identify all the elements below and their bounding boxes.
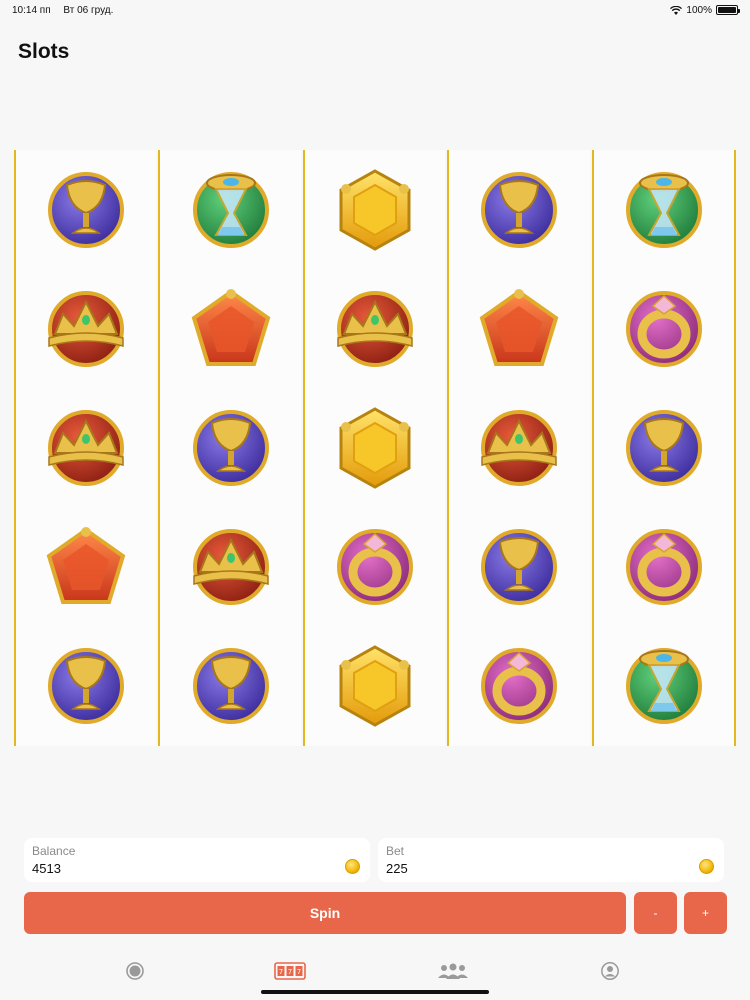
bet-field[interactable]: Bet 225 <box>378 838 724 882</box>
hexagon-symbol <box>330 641 420 731</box>
reel <box>16 150 157 746</box>
chalice-symbol <box>186 641 276 731</box>
crown-symbol <box>186 522 276 612</box>
tab-profile[interactable] <box>590 958 630 984</box>
chalice-symbol <box>474 165 564 255</box>
ring-symbol <box>330 522 420 612</box>
crown-symbol <box>41 284 131 374</box>
pentagon-symbol <box>41 522 131 612</box>
decrease-bet-button[interactable]: - <box>634 892 677 934</box>
group-icon <box>438 963 468 979</box>
tab-slots[interactable]: 7 7 7 <box>270 958 310 984</box>
hourglass-symbol <box>619 641 709 731</box>
ring-symbol <box>619 522 709 612</box>
tab-community[interactable] <box>433 958 473 984</box>
home-indicator <box>261 990 489 994</box>
hexagon-symbol <box>330 403 420 493</box>
reel <box>304 150 446 746</box>
tab-home[interactable] <box>115 958 155 984</box>
status-time: 10:14 пп <box>12 4 51 16</box>
ring-symbol <box>619 284 709 374</box>
page-title: Slots <box>18 40 70 63</box>
status-bar: 10:14 пп Вт 06 груд. 100% <box>0 0 750 20</box>
chalice-symbol <box>474 522 564 612</box>
balance-label: Balance <box>32 844 76 858</box>
reel <box>593 150 734 746</box>
reel <box>160 150 301 746</box>
pentagon-symbol <box>474 284 564 374</box>
hexagon-symbol <box>330 165 420 255</box>
reel-divider <box>734 150 736 746</box>
crown-symbol <box>330 284 420 374</box>
wifi-icon <box>670 5 683 15</box>
coin-icon <box>345 859 360 874</box>
svg-text:7: 7 <box>279 968 283 976</box>
bet-value: 225 <box>386 861 408 876</box>
reel <box>449 150 590 746</box>
ring-symbol <box>474 641 564 731</box>
crown-symbol <box>474 403 564 493</box>
profile-icon <box>601 962 619 980</box>
chalice-symbol <box>41 641 131 731</box>
spin-button[interactable]: Spin <box>24 892 626 934</box>
balance-field: Balance 4513 <box>24 838 370 882</box>
status-left: 10:14 пп Вт 06 груд. <box>12 5 123 16</box>
battery-icon <box>716 5 740 15</box>
status-date: Вт 06 груд. <box>63 4 114 16</box>
chalice-symbol <box>619 403 709 493</box>
increase-bet-button[interactable]: + <box>684 892 727 934</box>
circle-icon <box>126 962 144 980</box>
pentagon-symbol <box>186 284 276 374</box>
status-right: 100% <box>670 4 740 16</box>
slot-reels <box>14 150 736 746</box>
hourglass-symbol <box>186 165 276 255</box>
chalice-symbol <box>41 165 131 255</box>
svg-text:7: 7 <box>288 968 292 976</box>
coin-icon <box>699 859 714 874</box>
slot-machine-icon: 7 7 7 <box>274 962 306 980</box>
battery-percent: 100% <box>686 4 712 16</box>
chalice-symbol <box>186 403 276 493</box>
balance-value: 4513 <box>32 861 61 876</box>
hourglass-symbol <box>619 165 709 255</box>
svg-text:7: 7 <box>297 968 301 976</box>
bet-label: Bet <box>386 844 405 858</box>
crown-symbol <box>41 403 131 493</box>
